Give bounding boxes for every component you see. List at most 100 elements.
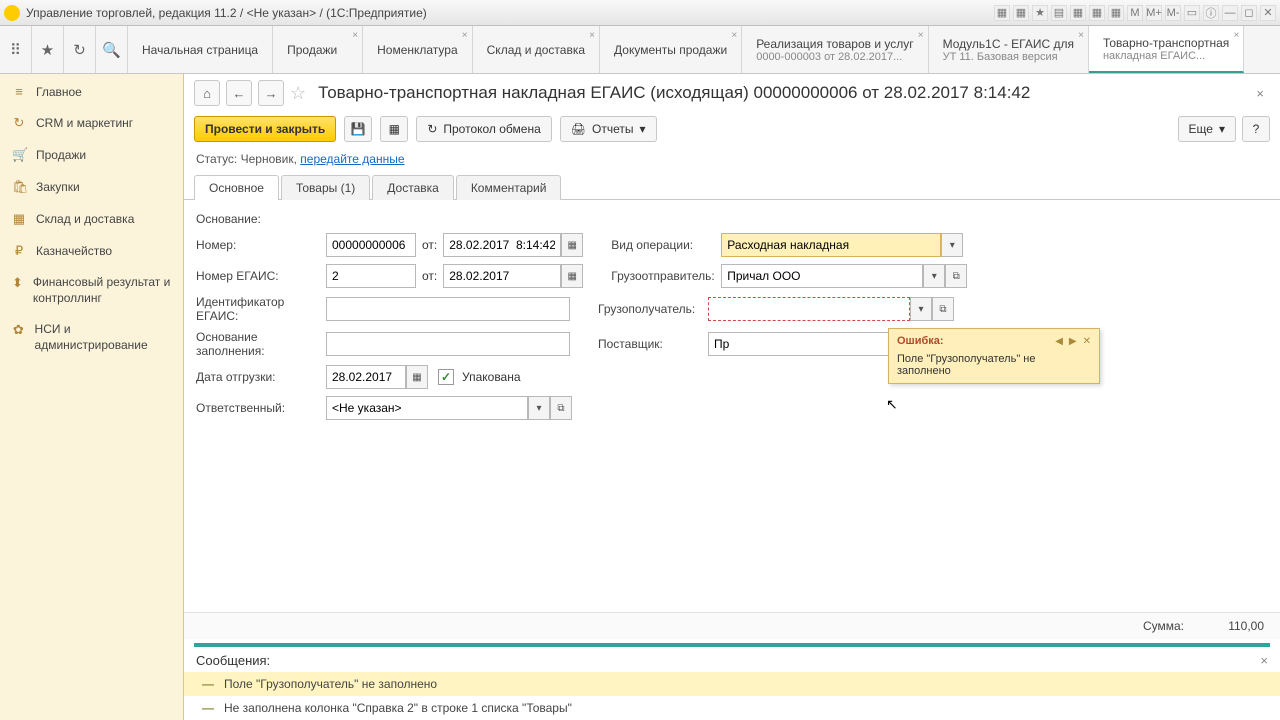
egais-date-input[interactable] — [443, 264, 561, 288]
operation-select[interactable] — [721, 233, 941, 257]
favorite-icon[interactable]: ☆ — [290, 83, 306, 104]
post-button[interactable]: ▦ — [380, 116, 408, 142]
tab-main[interactable]: Основное — [194, 175, 279, 200]
tab-goods[interactable]: Товары (1) — [281, 175, 370, 200]
warehouse-icon: ▦ — [12, 211, 26, 227]
status-link[interactable]: передайте данные — [300, 152, 404, 166]
home-button[interactable]: ⌂ — [194, 80, 220, 106]
supplier-label: Поставщик: — [598, 337, 708, 351]
open-icon[interactable]: ⧉ — [932, 297, 954, 321]
help-icon[interactable]: ⓘ — [1203, 5, 1219, 21]
tb-icon[interactable]: ▤ — [1051, 5, 1067, 21]
tab-module[interactable]: Модуль1С - ЕГАИС дляУТ 11. Базовая верси… — [929, 26, 1089, 73]
sidebar-item-purchase[interactable]: 🛍Закупки — [0, 171, 183, 203]
close-icon[interactable]: ✕ — [1083, 336, 1091, 347]
close-icon[interactable]: × — [1233, 30, 1239, 41]
tab-delivery[interactable]: Доставка — [372, 175, 454, 200]
tab-warehouse[interactable]: Склад и доставка× — [473, 26, 600, 73]
sidebar-item-treasury[interactable]: ₽Казначейство — [0, 235, 183, 267]
prev-icon[interactable]: ◀ — [1055, 336, 1063, 347]
menu-icon: ≡ — [12, 84, 26, 99]
dropdown-icon[interactable]: ▾ — [528, 396, 550, 420]
treasury-icon: ₽ — [12, 243, 26, 259]
sum-bar: Сумма:110,00 — [184, 612, 1280, 639]
tab-sales-docs[interactable]: Документы продажи× — [600, 26, 742, 73]
protocol-button[interactable]: ↻ Протокол обмена — [416, 116, 551, 142]
egais-id-input[interactable] — [326, 297, 570, 321]
error-tooltip: Ошибка: ◀▶✕ Поле "Грузополучатель" не за… — [888, 328, 1100, 384]
close-icon[interactable]: × — [1078, 30, 1084, 41]
close-icon[interactable]: × — [918, 30, 924, 41]
minimize-icon[interactable]: — — [1222, 5, 1238, 21]
close-icon[interactable]: ✕ — [1260, 5, 1276, 21]
sidebar-item-main[interactable]: ≡Главное — [0, 76, 183, 107]
close-messages-icon[interactable]: × — [1260, 653, 1268, 668]
top-tabbar: ⠿ ★ ↻ 🔍 Начальная страница Продажи× Номе… — [0, 26, 1280, 74]
search-icon[interactable]: 🔍 — [96, 26, 128, 73]
responsible-input[interactable] — [326, 396, 528, 420]
fill-basis-input[interactable] — [326, 332, 570, 356]
tab-sales[interactable]: Продажи× — [273, 26, 363, 73]
tb-icon[interactable]: ▦ — [1108, 5, 1124, 21]
tab-ttn[interactable]: Товарно-транспортнаянакладная ЕГАИС...× — [1089, 26, 1244, 73]
forward-button[interactable]: → — [258, 80, 284, 106]
dropdown-icon[interactable]: ▾ — [910, 297, 932, 321]
tb-icon[interactable]: ▦ — [1070, 5, 1086, 21]
calendar-icon[interactable]: ▦ — [561, 264, 583, 288]
window-title: Управление торговлей, редакция 11.2 / <Н… — [26, 6, 994, 20]
submit-button[interactable]: Провести и закрыть — [194, 116, 336, 142]
supplier-input[interactable] — [708, 332, 910, 356]
more-button[interactable]: Еще ▾ — [1178, 116, 1236, 142]
dropdown-icon[interactable]: ▾ — [941, 233, 963, 257]
tb-icon[interactable]: ▦ — [1089, 5, 1105, 21]
close-icon[interactable]: × — [589, 30, 595, 41]
close-icon[interactable]: × — [731, 30, 737, 41]
tb-icon[interactable]: M- — [1165, 5, 1181, 21]
tab-items[interactable]: Номенклатура× — [363, 26, 473, 73]
save-button[interactable]: 💾 — [344, 116, 372, 142]
tb-icon[interactable]: ▦ — [1013, 5, 1029, 21]
message-row[interactable]: —Не заполнена колонка "Справка 2" в стро… — [184, 696, 1280, 720]
close-icon[interactable]: × — [462, 30, 468, 41]
number-input[interactable] — [326, 233, 416, 257]
open-icon[interactable]: ⧉ — [550, 396, 572, 420]
datetime-input[interactable] — [443, 233, 561, 257]
sidebar-item-admin[interactable]: ✿НСИ и администрирование — [0, 314, 183, 361]
tb-icon[interactable]: M+ — [1146, 5, 1162, 21]
tab-realization[interactable]: Реализация товаров и услуг0000-000003 от… — [742, 26, 928, 73]
sidebar-item-finance[interactable]: ⬍Финансовый результат и контроллинг — [0, 267, 183, 314]
calendar-icon[interactable]: ▦ — [561, 233, 583, 257]
history-icon[interactable]: ↻ — [64, 26, 96, 73]
close-icon[interactable]: × — [352, 30, 358, 41]
tb-icon[interactable]: ▭ — [1184, 5, 1200, 21]
ship-date-input[interactable] — [326, 365, 406, 389]
reports-button[interactable]: 🖨 Отчеты ▾ — [560, 116, 657, 142]
operation-label: Вид операции: — [611, 238, 721, 252]
next-icon[interactable]: ▶ — [1069, 336, 1077, 347]
tb-icon[interactable]: ★ — [1032, 5, 1048, 21]
tb-icon[interactable]: ▦ — [994, 5, 1010, 21]
dropdown-icon[interactable]: ▾ — [923, 264, 945, 288]
star-icon[interactable]: ★ — [32, 26, 64, 73]
consignee-input[interactable] — [708, 297, 910, 321]
close-document-icon[interactable]: × — [1250, 86, 1270, 101]
egais-num-input[interactable] — [326, 264, 416, 288]
packed-checkbox[interactable]: ✓ — [438, 369, 454, 385]
open-icon[interactable]: ⧉ — [945, 264, 967, 288]
sales-icon: 🛒 — [12, 147, 26, 163]
maximize-icon[interactable]: ◻ — [1241, 5, 1257, 21]
tab-comment[interactable]: Комментарий — [456, 175, 562, 200]
sidebar-item-sales[interactable]: 🛒Продажи — [0, 139, 183, 171]
messages-header: Сообщения: × — [184, 647, 1280, 672]
egais-num-label: Номер ЕГАИС: — [196, 269, 326, 283]
tb-icon[interactable]: M — [1127, 5, 1143, 21]
tab-home[interactable]: Начальная страница — [128, 26, 273, 73]
sidebar-item-crm[interactable]: ↻CRM и маркетинг — [0, 107, 183, 139]
sidebar-item-warehouse[interactable]: ▦Склад и доставка — [0, 203, 183, 235]
message-row[interactable]: —Поле "Грузополучатель" не заполнено — [184, 672, 1280, 696]
calendar-icon[interactable]: ▦ — [406, 365, 428, 389]
help-button[interactable]: ? — [1242, 116, 1270, 142]
shipper-input[interactable] — [721, 264, 923, 288]
back-button[interactable]: ← — [226, 80, 252, 106]
apps-icon[interactable]: ⠿ — [0, 26, 32, 73]
